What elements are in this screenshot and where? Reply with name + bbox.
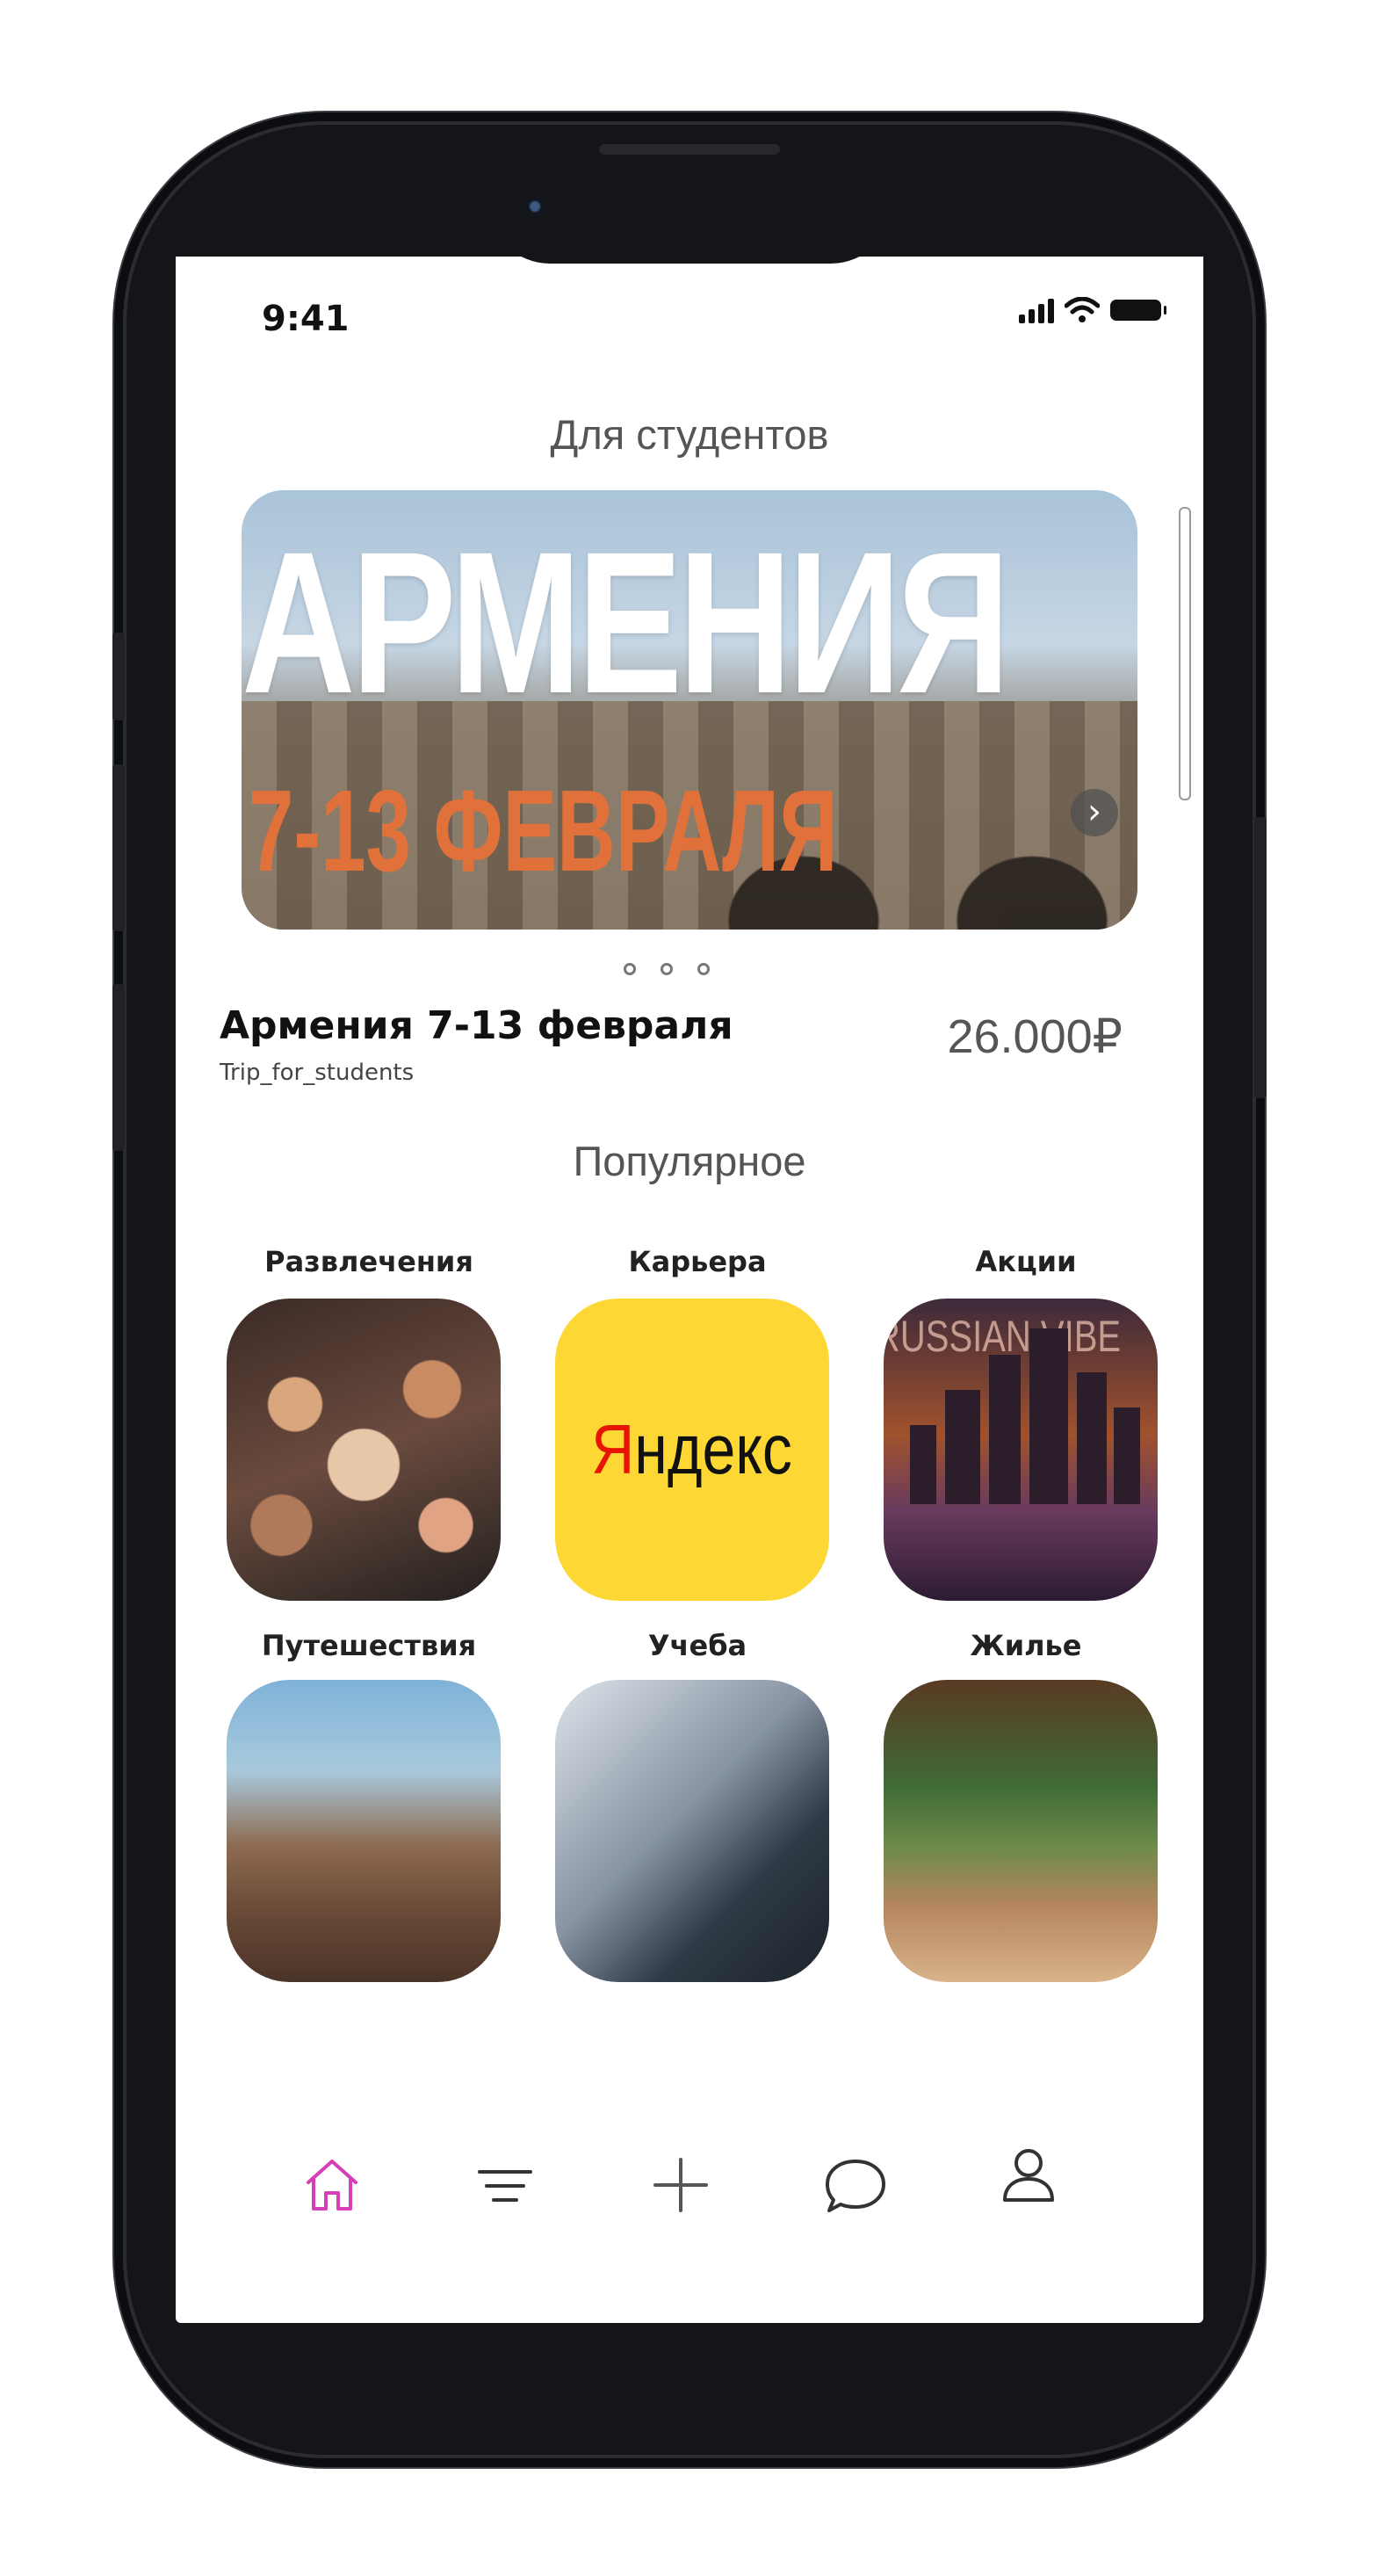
home-icon [307, 2160, 357, 2211]
category-label: Жилье [970, 1629, 1082, 1662]
yandex-logo: Яндекс [591, 1410, 793, 1488]
carousel-dots [624, 963, 710, 975]
category-label: Учеба [647, 1629, 747, 1662]
camera-icon [523, 195, 546, 218]
carousel-dot[interactable] [697, 963, 710, 975]
category-tile-housing[interactable] [884, 1680, 1158, 1982]
category-label: Карьера [628, 1245, 767, 1278]
phone-speaker [599, 144, 780, 155]
carousel-dot[interactable] [624, 963, 636, 975]
category-tile-study[interactable] [555, 1680, 829, 1982]
banner-subtitle: 7-13 ФЕВРАЛЯ [249, 766, 838, 895]
category-label: Развлечения [264, 1245, 473, 1278]
carousel-dot[interactable] [661, 963, 673, 975]
banner-title: АРМЕНИЯ [242, 510, 1010, 735]
chat-icon [826, 2160, 885, 2212]
chevron-right-icon[interactable]: › [1071, 789, 1118, 836]
category-tile-travel[interactable] [227, 1680, 501, 1982]
category-tile-deals[interactable]: RUSSIAN VIBE [884, 1299, 1158, 1601]
nav-filter[interactable] [466, 2145, 545, 2225]
nav-chat[interactable] [816, 2145, 895, 2225]
nav-profile[interactable] [989, 2137, 1068, 2216]
battery-icon [1110, 300, 1166, 321]
status-icons [1019, 297, 1166, 323]
volume-down-button [112, 984, 125, 1151]
status-time: 9:41 [262, 299, 350, 339]
trip-name[interactable]: Армения 7-13 февраля [220, 1003, 733, 1048]
volume-up-button [112, 764, 125, 931]
wifi-icon [1065, 297, 1100, 322]
filter-icon [478, 2170, 532, 2202]
mute-switch [112, 633, 125, 720]
cellular-signal-icon [1019, 297, 1054, 323]
plus-icon [653, 2158, 708, 2212]
trip-organizer[interactable]: Trip_for_students [220, 1060, 414, 1086]
category-tile-entertainment[interactable] [227, 1299, 501, 1601]
carousel-scrollbar[interactable] [1179, 507, 1191, 800]
popular-section-title: Популярное [573, 1138, 806, 1184]
category-label: Путешествия [261, 1629, 477, 1662]
power-button [1254, 817, 1267, 1098]
app-screen: 9:41 Для студентов АРМЕНИЯ 7-13 ФЕВРАЛЯ … [176, 257, 1203, 2323]
featured-section-title: Для студентов [550, 411, 829, 458]
featured-banner[interactable]: АРМЕНИЯ 7-13 ФЕВРАЛЯ › [242, 490, 1137, 930]
nav-home[interactable] [292, 2145, 372, 2225]
bottom-navigation [176, 2145, 1203, 2251]
category-label: Акции [975, 1245, 1077, 1278]
trip-price: 26.000₽ [947, 1010, 1123, 1063]
category-tile-career[interactable]: Яндекс [555, 1299, 829, 1601]
nav-add[interactable] [641, 2145, 720, 2225]
phone-notch [488, 141, 892, 264]
profile-icon [1003, 2149, 1054, 2202]
